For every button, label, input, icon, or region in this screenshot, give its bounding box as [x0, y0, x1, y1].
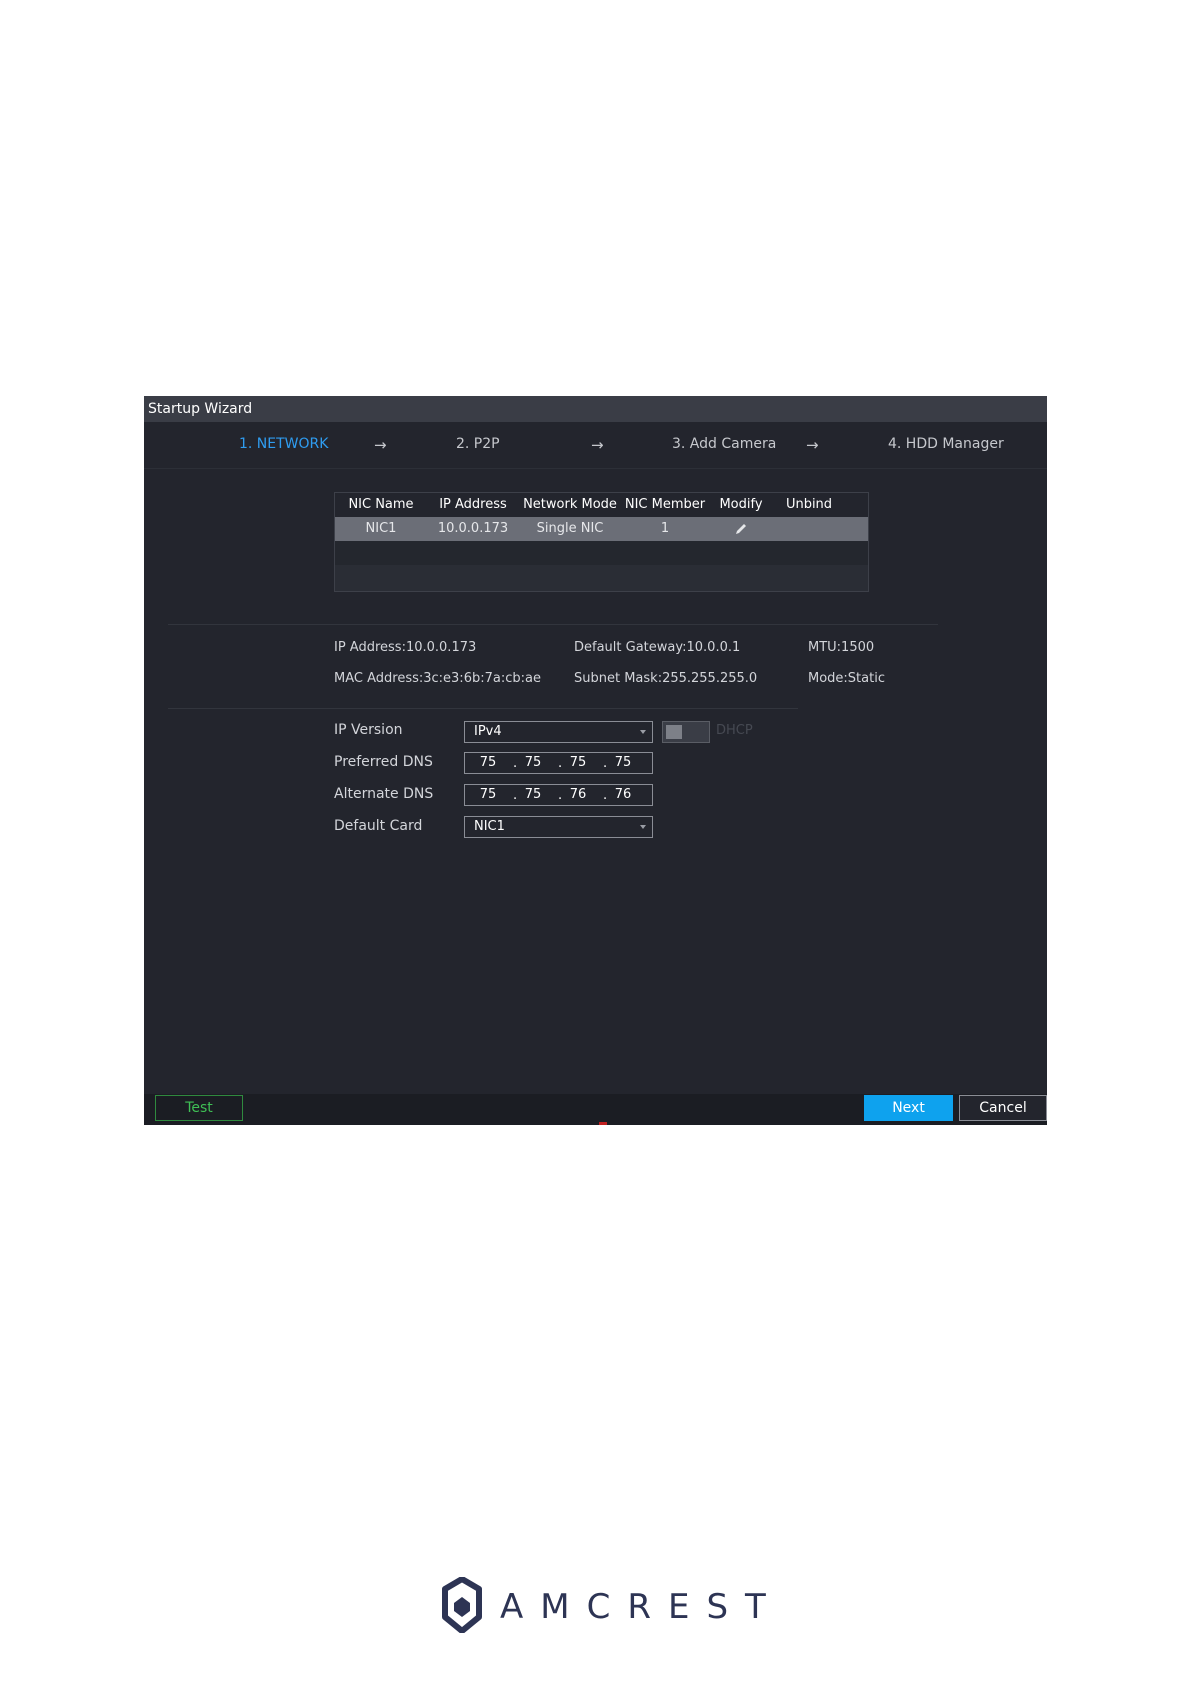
dns-octet[interactable]: 76	[563, 785, 593, 805]
dhcp-label: DHCP	[716, 723, 753, 738]
step-p2p[interactable]: 2. P2P	[456, 436, 500, 452]
default-card-label: Default Card	[334, 818, 423, 834]
default-card-select[interactable]: NIC1	[464, 816, 653, 838]
octet-separator: .	[603, 788, 608, 803]
nic-table: NIC Name IP Address Network Mode NIC Mem…	[334, 492, 869, 592]
divider	[168, 708, 798, 709]
info-mtu: MTU:1500	[808, 640, 875, 655]
arrow-right-icon: →	[591, 436, 604, 454]
octet-separator: .	[513, 756, 518, 771]
ip-version-value: IPv4	[474, 724, 502, 739]
octet-separator: .	[513, 788, 518, 803]
test-button[interactable]: Test	[155, 1095, 243, 1121]
arrow-right-icon: →	[374, 436, 387, 454]
info-mac-address: MAC Address:3c:e3:6b:7a:cb:ae	[334, 671, 541, 686]
info-subnet-mask: Subnet Mask:255.255.255.0	[574, 671, 758, 686]
amcrest-logo: AMCREST	[442, 1577, 766, 1637]
window-title: Startup Wizard	[144, 396, 1047, 422]
logo-wordmark: AMCREST	[500, 1587, 783, 1627]
alternate-dns-label: Alternate DNS	[334, 786, 434, 802]
next-button[interactable]: Next	[864, 1095, 953, 1121]
info-ip-address: IP Address:10.0.0.173	[334, 640, 477, 655]
dns-octet[interactable]: 75	[518, 753, 548, 773]
dhcp-toggle[interactable]	[662, 721, 710, 743]
toggle-knob	[666, 725, 682, 739]
default-card-value: NIC1	[474, 819, 505, 834]
dns-octet[interactable]: 75	[608, 753, 638, 773]
divider	[168, 624, 938, 625]
status-indicator	[599, 1122, 607, 1125]
ip-version-select[interactable]: IPv4	[464, 721, 653, 743]
table-row-empty	[335, 541, 868, 565]
ip-address-cell: 10.0.0.173	[437, 521, 509, 536]
dns-octet[interactable]: 76	[608, 785, 638, 805]
octet-separator: .	[603, 756, 608, 771]
info-default-gateway: Default Gateway:10.0.0.1	[574, 640, 741, 655]
step-add-camera[interactable]: 3. Add Camera	[672, 436, 776, 452]
table-header-row: NIC Name IP Address Network Mode NIC Mem…	[335, 493, 868, 517]
cancel-button[interactable]: Cancel	[959, 1095, 1047, 1121]
arrow-right-icon: →	[806, 436, 819, 454]
chevron-down-icon	[640, 825, 646, 829]
dns-octet[interactable]: 75	[473, 753, 503, 773]
nic-name-cell: NIC1	[365, 521, 397, 536]
preferred-dns-label: Preferred DNS	[334, 754, 433, 770]
col-unbind: Unbind	[785, 497, 833, 512]
info-mode: Mode:Static	[808, 671, 885, 686]
chevron-down-icon	[640, 730, 646, 734]
col-nic-member: NIC Member	[624, 497, 706, 512]
preferred-dns-input[interactable]: 75 . 75 . 75 . 75	[464, 752, 653, 774]
col-nic-name: NIC Name	[348, 497, 414, 512]
amcrest-logo-icon	[442, 1577, 482, 1633]
col-network-mode: Network Mode	[523, 497, 617, 512]
col-modify: Modify	[719, 497, 763, 512]
nic-member-cell: 1	[660, 521, 670, 536]
pencil-icon[interactable]	[734, 522, 748, 536]
octet-separator: .	[558, 756, 563, 771]
wizard-steps: 1. NETWORK → 2. P2P → 3. Add Camera → 4.…	[144, 422, 1047, 469]
modify-cell	[709, 517, 773, 541]
alternate-dns-input[interactable]: 75 . 75 . 76 . 76	[464, 784, 653, 806]
step-network[interactable]: 1. NETWORK	[239, 436, 328, 452]
dns-octet[interactable]: 75	[473, 785, 503, 805]
col-ip-address: IP Address	[439, 497, 507, 512]
network-mode-cell: Single NIC	[536, 521, 604, 536]
dns-octet[interactable]: 75	[563, 753, 593, 773]
dns-octet[interactable]: 75	[518, 785, 548, 805]
startup-wizard-window: Startup Wizard 1. NETWORK → 2. P2P → 3. …	[144, 396, 1047, 1125]
ip-version-label: IP Version	[334, 722, 403, 738]
table-row[interactable]: NIC1 10.0.0.173 Single NIC 1	[335, 517, 868, 541]
step-hdd-manager[interactable]: 4. HDD Manager	[888, 436, 1004, 452]
table-row-empty	[335, 567, 868, 589]
octet-separator: .	[558, 788, 563, 803]
